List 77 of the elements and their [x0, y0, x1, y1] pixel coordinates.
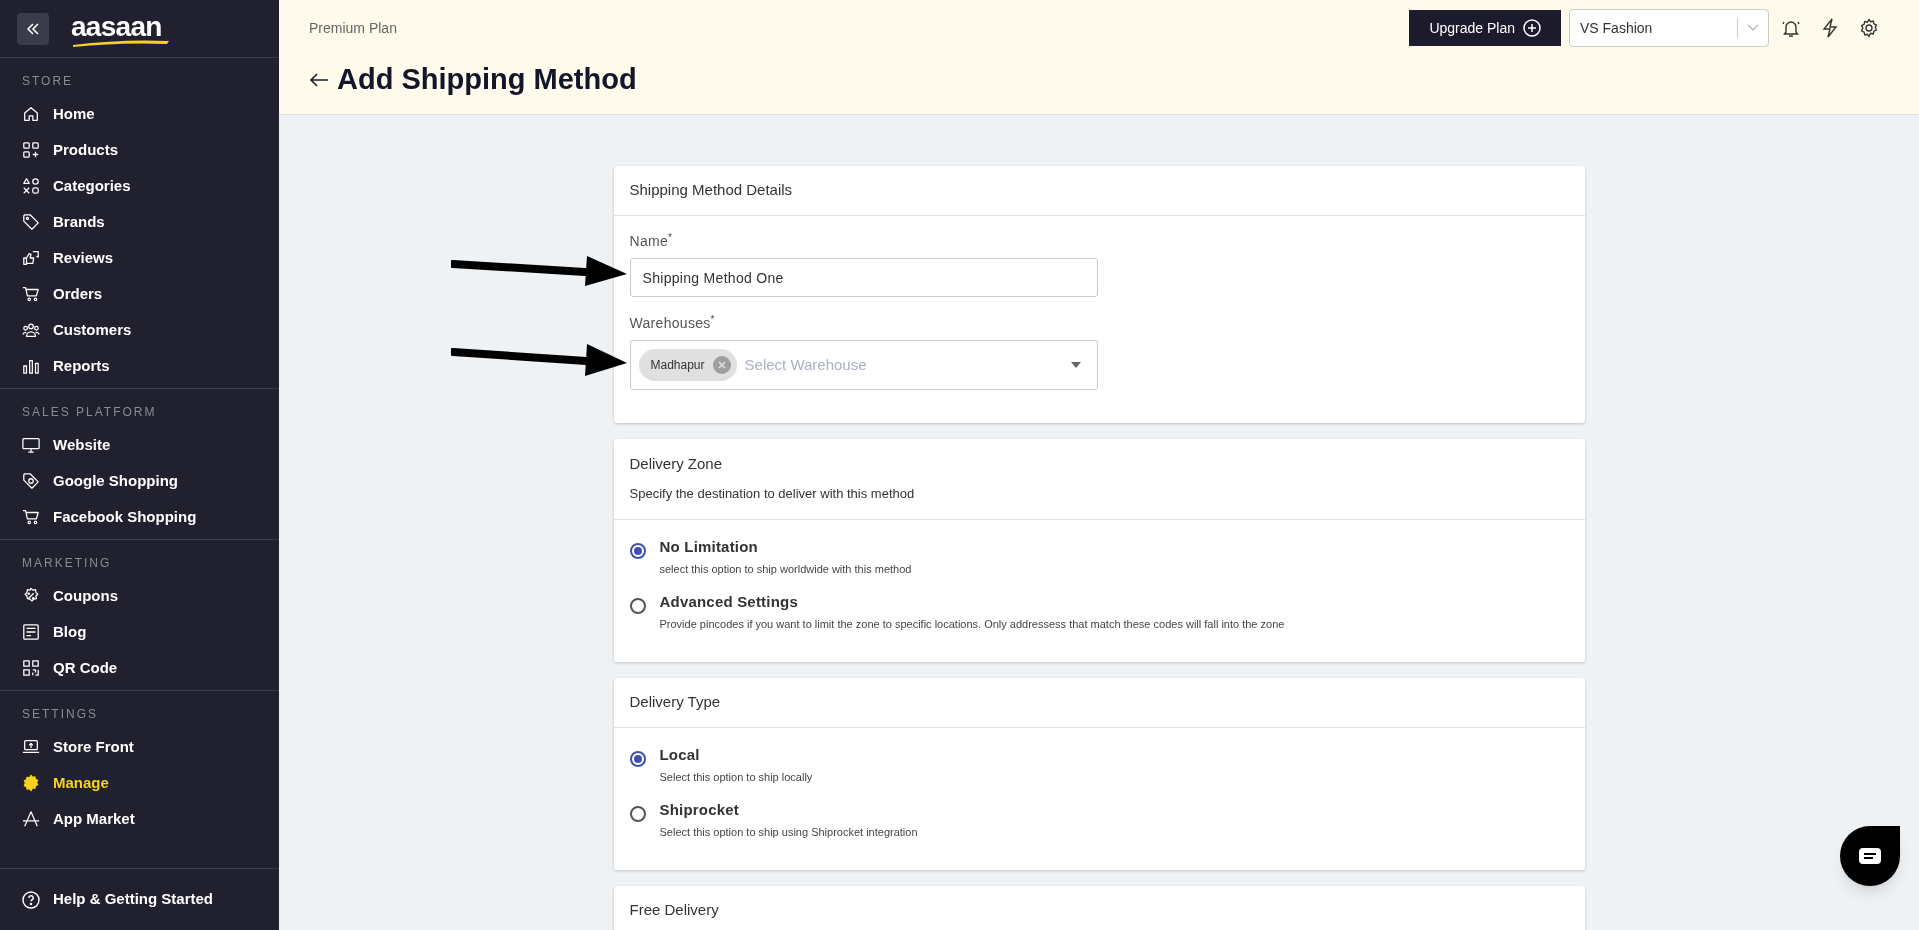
app-store-icon [22, 810, 40, 828]
section-heading: MARKETING [21, 555, 113, 572]
option-description: Provide pincodes if you want to limit the zone to specific locations. Only addressess that match these codes will fall into the zone [659, 616, 1285, 632]
sidebar-item[interactable]: QR Code [0, 650, 279, 686]
upgrade-plan-button[interactable]: Upgrade Plan [1409, 10, 1561, 46]
qr-code-icon [22, 659, 40, 677]
bell-icon[interactable] [1781, 18, 1801, 38]
dropdown-caret-icon [1070, 362, 1081, 368]
users-icon [22, 321, 40, 339]
section-heading: SETTINGS [21, 706, 99, 723]
option-label: Local [659, 745, 701, 765]
plan-label: Premium Plan [309, 18, 397, 38]
sidebar-item[interactable]: Categories [0, 168, 279, 204]
chat-button[interactable] [1840, 826, 1900, 886]
sidebar-item[interactable]: App Market [0, 801, 279, 837]
sidebar-item[interactable]: Brands [0, 204, 279, 240]
plus-circle-icon [1523, 19, 1541, 37]
lightning-icon[interactable] [1821, 18, 1839, 38]
sidebar-item[interactable]: Coupons [0, 578, 279, 614]
sidebar-item[interactable]: Orders [0, 276, 279, 312]
gear-icon [22, 774, 40, 792]
option-description: select this option to ship worldwide with this method [659, 561, 912, 577]
chevron-down-icon [1747, 24, 1759, 32]
option-description: Select this option to ship locally [659, 769, 813, 785]
chat-icon [1859, 848, 1881, 864]
card-title: Free Delivery [629, 900, 719, 921]
thumbs-up-icon [22, 249, 40, 267]
sidebar-item[interactable]: Store Front [0, 729, 279, 765]
help-link[interactable]: Help & Getting Started [53, 888, 213, 911]
sidebar-item[interactable]: Website [0, 427, 279, 463]
tag-icon [22, 213, 40, 231]
option-label: No Limitation [659, 537, 759, 557]
shapes-icon [22, 177, 40, 195]
card-title: Delivery Zone [629, 454, 724, 474]
collapse-button[interactable] [17, 12, 49, 45]
radio-button[interactable] [629, 598, 646, 614]
cart-icon [22, 508, 40, 526]
sidebar-item[interactable]: Home [0, 96, 279, 132]
name-input[interactable]: Shipping Method One [629, 258, 1098, 297]
field-label: Warehouses$^{*}$ [629, 313, 716, 333]
card-title: Shipping Method Details [629, 180, 793, 201]
card-title: Delivery Type [629, 692, 721, 713]
page-title: Add Shipping Method [337, 62, 637, 97]
laptop-icon [22, 738, 40, 756]
option-description: Select this option to ship using Shiprocket integration [659, 824, 918, 840]
store-select[interactable]: VS Fashion [1569, 9, 1769, 47]
option-label: Shiprocket [659, 800, 741, 820]
radio-button[interactable] [629, 806, 646, 822]
section-heading: STORE [21, 73, 75, 90]
cart-icon [22, 285, 40, 303]
sidebar-item[interactable]: Customers [0, 312, 279, 348]
section-heading: SALES PLATFORM [21, 404, 158, 421]
sidebar-item[interactable]: Manage [0, 765, 279, 801]
grid-plus-icon [22, 141, 40, 159]
help-icon [22, 890, 40, 909]
logo[interactable]: aasaan [71, 10, 171, 47]
radio-button[interactable] [629, 751, 646, 767]
home-icon [22, 105, 40, 123]
monitor-icon [22, 436, 40, 454]
settings-icon[interactable] [1859, 18, 1879, 38]
back-arrow-icon[interactable] [309, 71, 329, 88]
sidebar-item[interactable]: Google Shopping [0, 463, 279, 499]
sidebar-item[interactable]: Reports [0, 348, 279, 384]
sidebar-item[interactable]: Reviews [0, 240, 279, 276]
option-label: Advanced Settings [659, 592, 799, 612]
double-chevron-left-icon [25, 20, 41, 37]
bar-chart-icon [22, 357, 40, 375]
sidebar-item[interactable]: Products [0, 132, 279, 168]
document-icon [22, 623, 40, 641]
warehouse-select[interactable]: Madhapur Select Warehouse [629, 340, 1098, 390]
radio-button[interactable] [629, 543, 646, 559]
field-label: Name$^{*}$ [629, 231, 674, 251]
tag-icon [22, 472, 40, 490]
sidebar-item[interactable]: Facebook Shopping [0, 499, 279, 535]
warehouse-chip[interactable]: Madhapur [638, 349, 737, 381]
card-subtitle: Specify the destination to deliver with this method [629, 484, 916, 503]
sidebar-item[interactable]: Blog [0, 614, 279, 650]
